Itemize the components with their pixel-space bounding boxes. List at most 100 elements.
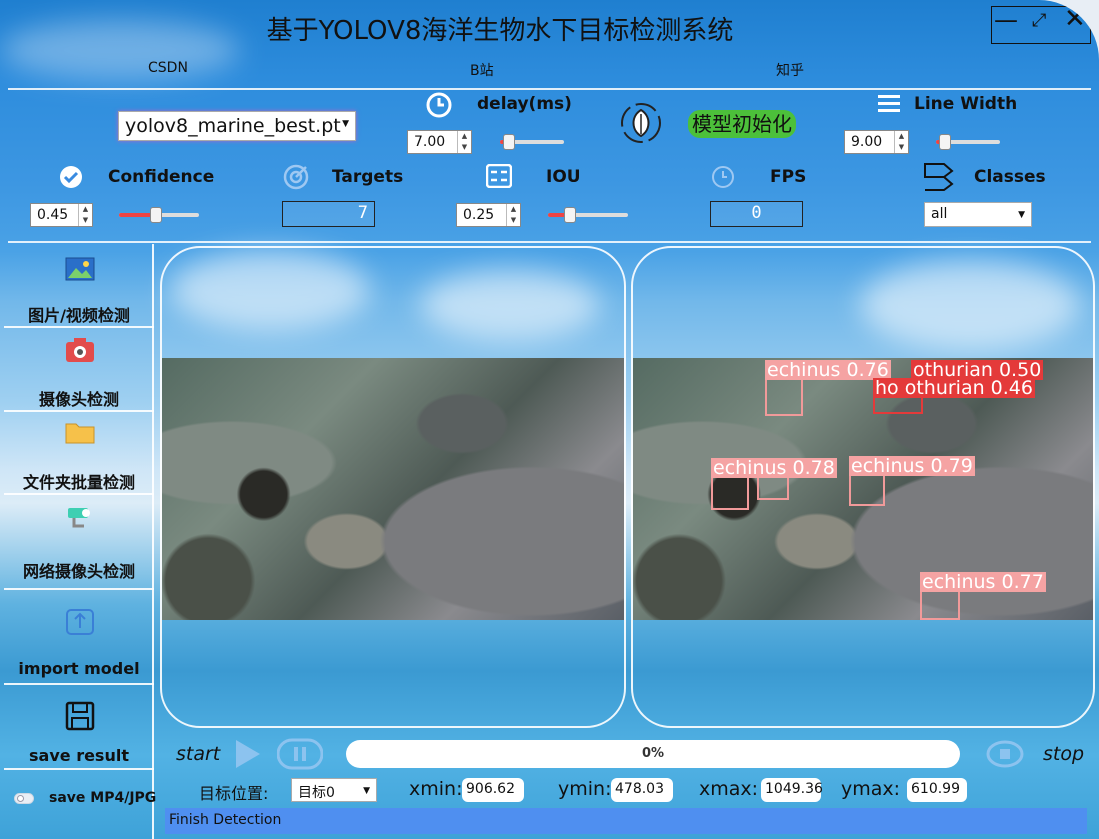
stop-label: stop xyxy=(1043,743,1085,765)
detection-box xyxy=(765,378,803,416)
sidebar-item-folder[interactable]: 文件夹批量检测 xyxy=(4,414,154,493)
progress-text: 0% xyxy=(641,746,665,761)
target-select[interactable]: 目标0 ▼ xyxy=(291,778,377,802)
target-position-label: 目标位置: xyxy=(199,784,269,803)
result-image: echinus 0.76 othurian 0.50 ho othurian 0… xyxy=(633,358,1093,620)
line-width-spinbox[interactable]: 9.00 ▲ ▼ xyxy=(844,130,909,154)
divider xyxy=(4,768,154,770)
divider xyxy=(4,588,154,590)
save-icon xyxy=(65,701,95,731)
delay-slider[interactable] xyxy=(500,134,564,150)
detection-label: echinus 0.78 xyxy=(711,457,837,479)
spin-arrows-icon[interactable]: ▲ ▼ xyxy=(506,204,520,226)
confidence-label: Confidence xyxy=(108,167,215,187)
start-label: start xyxy=(176,743,221,765)
iou-spinbox[interactable]: 0.25 ▲ ▼ xyxy=(456,203,521,227)
xmin-field: 906.62 xyxy=(462,778,524,802)
confidence-slider[interactable] xyxy=(119,207,199,223)
line-width-icon xyxy=(878,95,900,112)
play-icon[interactable] xyxy=(232,738,262,770)
sidebar-item-label: 图片/视频检测 xyxy=(28,306,130,325)
delay-value: 7.00 xyxy=(414,134,446,150)
line-width-label: Line Width xyxy=(914,94,1018,114)
import-model-button[interactable]: import model xyxy=(4,592,154,683)
spin-arrows-icon[interactable]: ▲ ▼ xyxy=(894,131,908,153)
delay-label: delay(ms) xyxy=(477,94,572,114)
minimize-icon[interactable]: — xyxy=(994,6,1018,34)
classes-icon xyxy=(924,163,954,191)
toggle-icon xyxy=(17,795,24,802)
link-bilibili[interactable]: B站 xyxy=(470,60,494,80)
model-select[interactable]: yolov8_marine_best.pt ▼ xyxy=(118,111,356,141)
sidebar-item-label: 摄像头检测 xyxy=(38,390,119,409)
link-zhihu[interactable]: 知乎 xyxy=(776,60,804,80)
target-icon xyxy=(283,164,309,190)
targets-display: 7 xyxy=(282,201,375,227)
original-image-panel xyxy=(160,246,626,728)
detection-label: echinus 0.79 xyxy=(849,455,975,477)
result-image-panel: echinus 0.76 othurian 0.50 ho othurian 0… xyxy=(631,246,1095,728)
folder-icon xyxy=(65,423,95,444)
maximize-icon[interactable]: ⤢ xyxy=(1032,10,1046,31)
delay-spinbox[interactable]: 7.00 ▲ ▼ xyxy=(407,130,472,154)
divider xyxy=(4,410,154,412)
ymin-label: ymin: xyxy=(558,778,612,800)
divider xyxy=(8,241,1091,243)
line-width-value: 9.00 xyxy=(851,134,883,150)
fps-display: 0 xyxy=(710,201,803,227)
sidebar-item-label: 文件夹批量检测 xyxy=(22,473,135,492)
divider xyxy=(8,88,1091,90)
stop-icon[interactable] xyxy=(986,739,1024,769)
close-icon[interactable]: ✕ xyxy=(1064,4,1086,34)
main-window: 基于YOLOV8海洋生物水下目标检测系统 — ⤢ ✕ CSDN B站 知乎 yo… xyxy=(0,0,1099,839)
detection-label: echinus 0.77 xyxy=(920,571,1046,593)
sidebar-item-label: save result xyxy=(29,746,129,765)
classes-select-value: all xyxy=(931,206,948,222)
spin-arrows-icon[interactable]: ▲ ▼ xyxy=(78,204,92,226)
ymax-field: 610.99 xyxy=(907,778,967,802)
sidebar-item-image-video[interactable]: 图片/视频检测 xyxy=(4,250,154,326)
chevron-down-icon: ▼ xyxy=(342,119,349,129)
iou-slider[interactable] xyxy=(548,207,628,223)
network-camera-icon xyxy=(68,508,90,528)
divider xyxy=(4,683,154,685)
iou-label: IOU xyxy=(546,167,581,187)
sidebar-item-camera[interactable]: 摄像头检测 xyxy=(4,332,154,410)
sidebar-item-network-camera[interactable]: 网络摄像头检测 xyxy=(4,498,154,588)
xmin-label: xmin: xyxy=(409,778,463,800)
link-csdn[interactable]: CSDN xyxy=(148,60,188,76)
classes-select[interactable]: all ▼ xyxy=(924,202,1032,227)
sidebar-item-label: 网络摄像头检测 xyxy=(22,562,135,581)
divider xyxy=(4,326,154,328)
targets-label: Targets xyxy=(332,167,404,187)
spin-arrows-icon[interactable]: ▲ ▼ xyxy=(457,131,471,153)
confidence-value: 0.45 xyxy=(37,207,69,223)
camera-icon xyxy=(66,338,94,362)
save-toggle[interactable] xyxy=(14,793,34,804)
classes-label: Classes xyxy=(974,167,1046,187)
save-mp4-jpg-label: save MP4/JPG xyxy=(49,790,157,806)
status-bar: Finish Detection xyxy=(165,808,1087,834)
import-icon xyxy=(66,609,94,635)
image-icon xyxy=(65,257,95,281)
line-width-slider[interactable] xyxy=(936,134,1000,150)
check-icon xyxy=(60,166,82,188)
fps-label: FPS xyxy=(770,167,807,187)
pause-icon[interactable] xyxy=(277,738,323,770)
detection-label: echinus 0.76 xyxy=(765,359,891,381)
iou-icon xyxy=(486,164,512,188)
save-result-button[interactable]: save result xyxy=(4,686,154,768)
app-title: 基于YOLOV8海洋生物水下目标检测系统 xyxy=(266,16,734,46)
sidebar-item-label: import model xyxy=(18,659,140,678)
ymin-field: 478.03 xyxy=(611,778,673,802)
original-image xyxy=(162,358,624,620)
divider xyxy=(4,493,154,495)
ymax-label: ymax: xyxy=(841,778,901,800)
confidence-spinbox[interactable]: 0.45 ▲ ▼ xyxy=(30,203,93,227)
init-model-button[interactable]: 模型初始化 xyxy=(688,110,796,138)
chevron-down-icon: ▼ xyxy=(363,786,370,796)
clock-icon xyxy=(426,92,452,118)
model-select-value: yolov8_marine_best.pt xyxy=(125,115,341,137)
fps-clock-icon xyxy=(712,166,734,188)
xmax-field: 1049.36 xyxy=(761,778,823,802)
